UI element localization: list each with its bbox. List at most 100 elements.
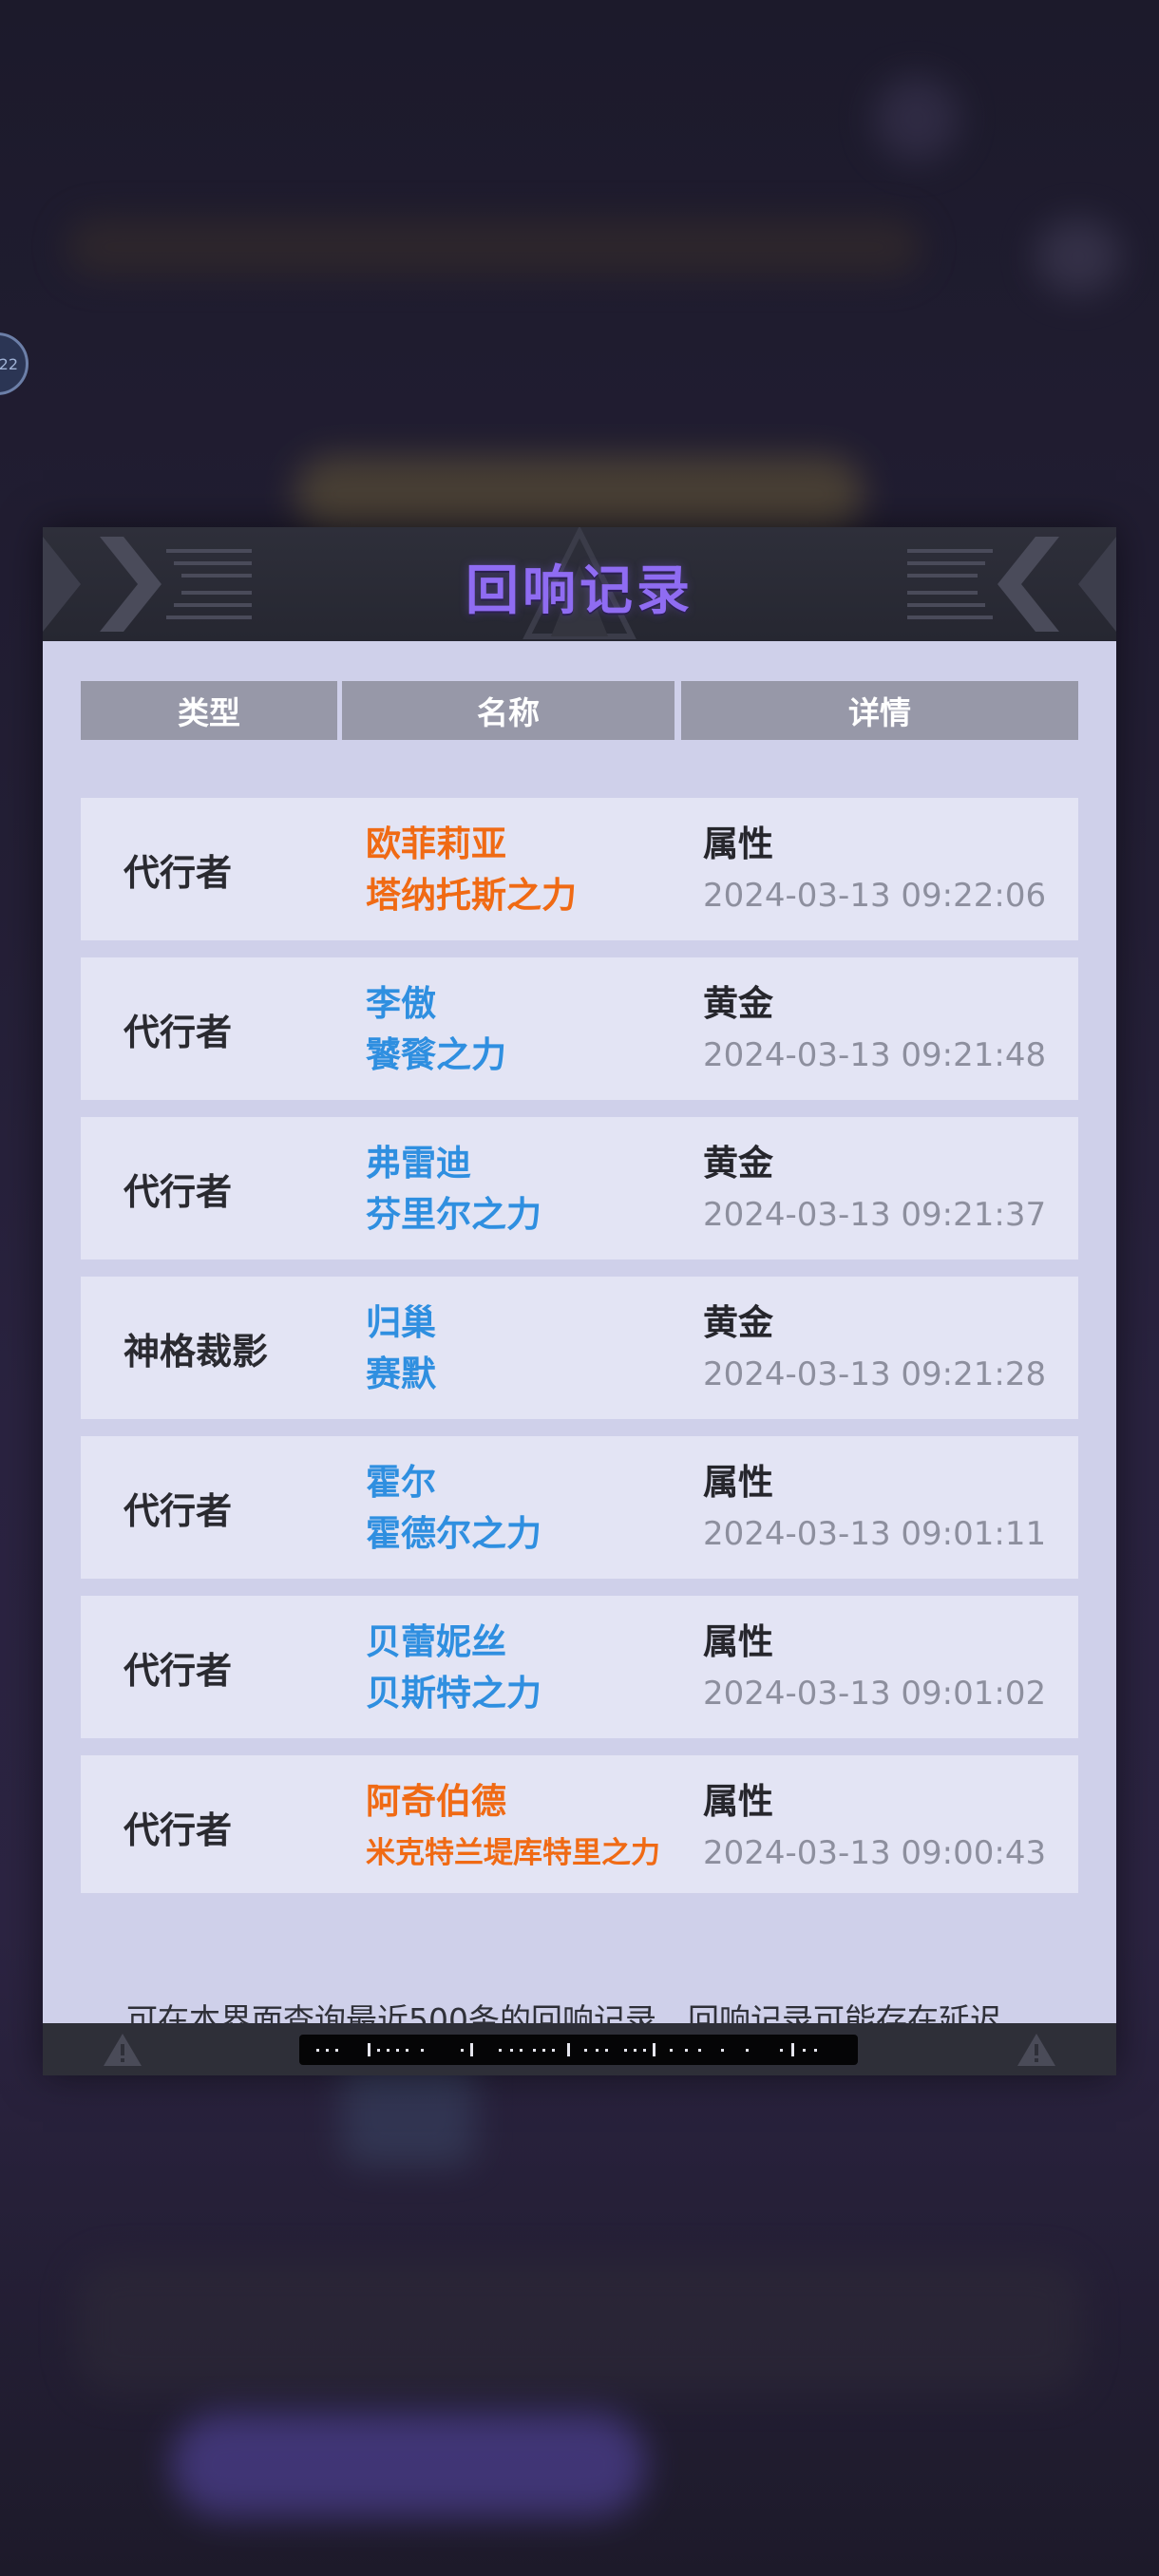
row-detail-label: 属性	[703, 1621, 773, 1662]
ticker-mark	[721, 2049, 724, 2052]
table-row[interactable]: 代行者 阿奇伯德 米克特兰堤库特里之力 属性 2024-03-13 09:00:43	[81, 1755, 1078, 1893]
row-name: 归巢 赛默	[366, 1297, 436, 1400]
ticker-mark	[803, 2049, 806, 2052]
ticker-mark	[780, 2049, 783, 2052]
dialog-title: 回响记录	[466, 560, 694, 622]
row-type: 代行者	[124, 1489, 233, 1532]
dialog-body: 类型 名称 详情 代行者 欧菲莉亚 塔纳托斯之力 属性 2024-03-13 09:22…	[43, 641, 1116, 2080]
ticker-mark	[698, 2049, 701, 2052]
background-banner	[66, 218, 922, 275]
side-badge[interactable]: 22	[0, 332, 28, 395]
row-name: 贝蕾妮丝 贝斯特之力	[366, 1617, 542, 1719]
row-timestamp: 2024-03-13 09:01:11	[703, 1515, 1047, 1553]
warning-icon	[1017, 2034, 1055, 2066]
ticker-mark	[421, 2049, 424, 2052]
table-row[interactable]: 代行者 欧菲莉亚塔纳托斯之力 属性 2024-03-13 09:22:06	[81, 798, 1078, 940]
dialog-footer	[43, 2023, 1116, 2075]
ticker-mark	[396, 2049, 399, 2052]
row-name-secondary: 霍德尔之力	[366, 1513, 542, 1554]
column-header-type: 类型	[81, 681, 337, 740]
ticker-mark	[643, 2049, 646, 2052]
ticker-mark	[552, 2049, 555, 2052]
dialog-header: 回响记录	[43, 527, 1116, 641]
column-header-detail: 详情	[681, 681, 1078, 740]
table-row[interactable]: 代行者 弗雷迪芬里尔之力 黄金 2024-03-13 09:21:37	[81, 1117, 1078, 1260]
row-detail-label: 黄金	[703, 983, 773, 1024]
row-detail-label: 属性	[703, 824, 773, 864]
row-name-secondary: 贝斯特之力	[366, 1673, 542, 1714]
ticker-mark	[387, 2049, 390, 2052]
background-icon	[1036, 218, 1121, 294]
table-row[interactable]: 代行者 贝蕾妮丝贝斯特之力 属性 2024-03-13 09:01:02	[81, 1596, 1078, 1738]
row-name-primary: 阿奇伯德	[366, 1781, 506, 1822]
ticker-mark	[567, 2043, 570, 2056]
column-header-name: 名称	[342, 681, 674, 740]
row-name-secondary: 米克特兰堤库特里之力	[366, 1836, 660, 1870]
ticker-mark	[670, 2049, 673, 2052]
row-name: 李傲 饕餮之力	[366, 978, 506, 1081]
row-name: 弗雷迪 芬里尔之力	[366, 1138, 542, 1241]
row-name-secondary: 芬里尔之力	[366, 1194, 542, 1235]
ticker-mark	[461, 2049, 464, 2052]
ticker-mark	[791, 2043, 794, 2056]
row-type: 代行者	[124, 1170, 233, 1213]
background-button	[171, 2413, 646, 2517]
row-timestamp: 2024-03-13 09:00:43	[703, 1834, 1047, 1872]
row-name-primary: 贝蕾妮丝	[366, 1621, 506, 1662]
ticker-mark	[499, 2049, 502, 2052]
ticker-mark	[316, 2049, 319, 2052]
ticker-mark	[596, 2049, 598, 2052]
row-detail-label: 黄金	[703, 1302, 773, 1343]
code-ticker	[299, 2035, 858, 2065]
ticker-mark	[406, 2049, 408, 2052]
ticker-mark	[470, 2043, 473, 2056]
background-panel	[76, 2261, 1083, 2394]
warning-icon	[104, 2034, 142, 2066]
row-detail: 黄金 2024-03-13 09:21:28	[703, 1297, 1046, 1400]
row-timestamp: 2024-03-13 09:21:48	[703, 1036, 1047, 1074]
table-row[interactable]: 神格裁影 归巢赛默 黄金 2024-03-13 09:21:28	[81, 1277, 1078, 1419]
ticker-mark	[326, 2049, 329, 2052]
row-detail-label: 黄金	[703, 1143, 773, 1184]
row-name: 霍尔 霍德尔之力	[366, 1457, 542, 1560]
row-type: 代行者	[124, 851, 233, 894]
ticker-mark	[542, 2049, 545, 2052]
row-name-primary: 弗雷迪	[366, 1143, 471, 1184]
background-icon	[874, 76, 960, 161]
table-row[interactable]: 代行者 霍尔 霍德尔之力 属性 2024-03-13 09:01:11	[81, 1436, 1078, 1579]
row-detail-label: 属性	[703, 1462, 773, 1503]
ticker-mark	[584, 2049, 587, 2052]
row-name-secondary: 塔纳托斯之力	[366, 875, 577, 916]
row-name-primary: 欧菲莉亚	[366, 824, 506, 864]
ticker-mark	[533, 2049, 536, 2052]
echo-record-dialog: 回响记录 类型 名称 详情 代行者 欧菲莉亚 塔纳托斯之力 属性 2024-03-13 …	[43, 527, 1116, 2080]
row-name-primary: 归巢	[366, 1302, 436, 1343]
row-type: 神格裁影	[124, 1330, 269, 1373]
row-detail: 属性 2024-03-13 09:01:11	[703, 1457, 1046, 1560]
ticker-mark	[624, 2049, 627, 2052]
ticker-mark	[746, 2049, 749, 2052]
row-name-secondary: 赛默	[366, 1354, 436, 1394]
ticker-mark	[605, 2049, 608, 2052]
row-detail: 黄金 2024-03-13 09:21:37	[703, 1138, 1046, 1241]
row-name: 欧菲莉亚塔纳托斯之力	[366, 819, 577, 921]
ticker-mark	[377, 2049, 380, 2052]
ticker-mark	[814, 2049, 817, 2052]
row-name-secondary: 饕餮之力	[366, 1034, 506, 1075]
ticker-mark	[510, 2049, 513, 2052]
table-row[interactable]: 代行者 李傲饕餮之力 黄金 2024-03-13 09:21:48	[81, 957, 1078, 1100]
row-timestamp: 2024-03-13 09:01:02	[703, 1675, 1047, 1713]
row-type: 代行者	[124, 1011, 233, 1053]
row-name-primary: 李傲	[366, 983, 436, 1024]
row-type: 代行者	[124, 1649, 233, 1692]
row-timestamp: 2024-03-13 09:22:06	[703, 877, 1047, 915]
row-detail: 属性 2024-03-13 09:01:02	[703, 1617, 1046, 1719]
ticker-mark	[520, 2049, 522, 2052]
row-timestamp: 2024-03-13 09:21:37	[703, 1196, 1047, 1234]
ticker-mark	[653, 2043, 656, 2056]
ticker-mark	[368, 2043, 370, 2056]
row-detail: 黄金 2024-03-13 09:21:48	[703, 978, 1046, 1081]
ticker-mark	[685, 2049, 688, 2052]
row-type: 代行者	[124, 1809, 233, 1851]
ticker-mark	[634, 2049, 636, 2052]
